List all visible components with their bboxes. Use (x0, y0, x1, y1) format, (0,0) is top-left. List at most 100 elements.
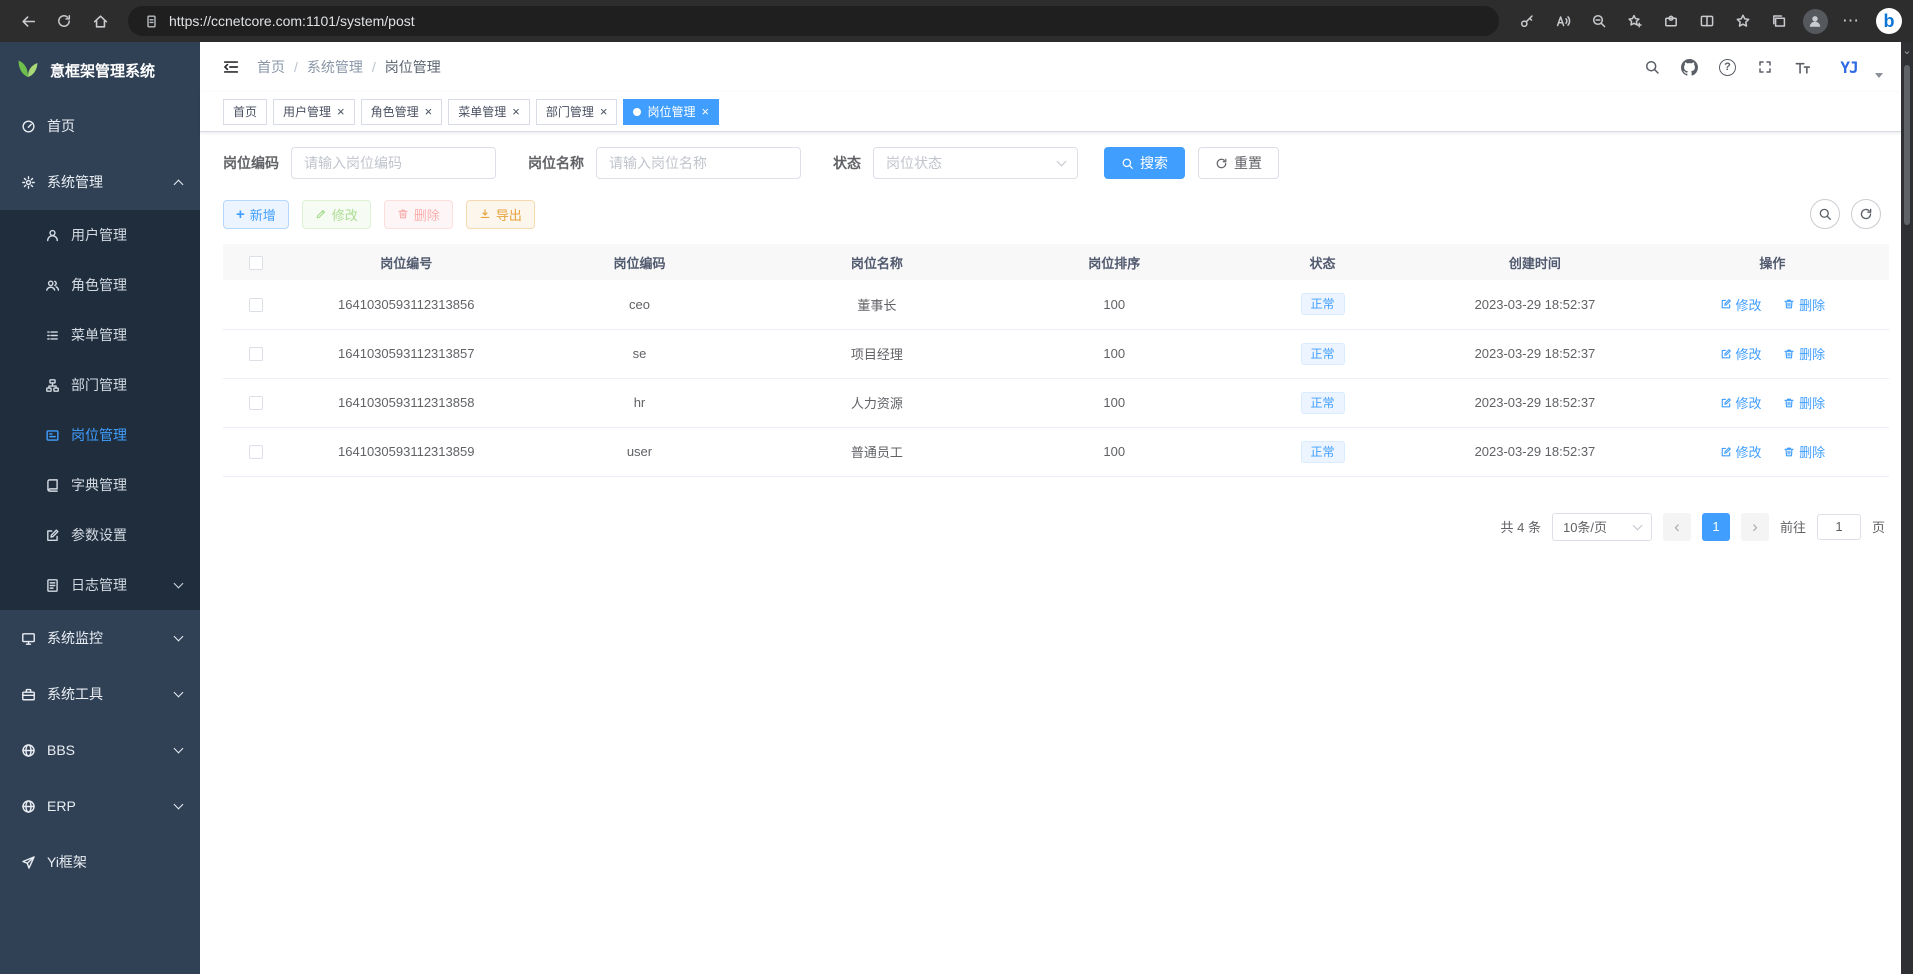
favorites-icon[interactable] (1725, 4, 1761, 38)
browser-profile-avatar[interactable] (1797, 4, 1833, 38)
sidebar-item-system-mgmt[interactable]: 系统管理 (0, 154, 200, 210)
list-icon (44, 328, 60, 343)
row-checkbox[interactable] (249, 396, 263, 410)
scrollbar-thumb[interactable] (1904, 65, 1910, 225)
extensions-icon[interactable] (1653, 4, 1689, 38)
goto-page-input[interactable] (1817, 514, 1861, 540)
close-icon[interactable]: × (512, 105, 520, 118)
cell-post-id: 1641030593112313858 (290, 378, 523, 427)
tab-menu-mgmt[interactable]: 菜单管理 × (448, 99, 530, 125)
collapse-caret-icon[interactable]: ⌄ (1902, 46, 1911, 57)
edit-button[interactable]: 修改 (302, 200, 371, 229)
bing-copilot-icon[interactable]: b (1869, 4, 1903, 38)
browser-back-button[interactable] (10, 4, 46, 38)
zoom-out-icon[interactable] (1581, 4, 1617, 38)
sidebar-item-user-mgmt[interactable]: 用户管理 (0, 210, 200, 260)
sidebar-item-system-tools[interactable]: 系统工具 (0, 666, 200, 722)
row-edit-link[interactable]: 修改 (1720, 295, 1762, 314)
plus-icon: + (236, 207, 245, 222)
github-icon[interactable] (1681, 59, 1698, 76)
tab-user-mgmt[interactable]: 用户管理 × (273, 99, 355, 125)
log-document-icon (44, 578, 60, 593)
col-operations: 操作 (1656, 244, 1889, 280)
status-select-placeholder: 岗位状态 (886, 153, 942, 173)
address-bar[interactable]: https://ccnetcore.com:1101/system/post (128, 6, 1499, 36)
row-edit-link[interactable]: 修改 (1720, 442, 1762, 461)
row-checkbox[interactable] (249, 445, 263, 459)
row-checkbox[interactable] (249, 347, 263, 361)
sidebar-item-home[interactable]: 首页 (0, 98, 200, 154)
collections-icon[interactable] (1761, 4, 1797, 38)
delete-button[interactable]: 删除 (384, 200, 453, 229)
monitor-icon (20, 631, 36, 646)
cell-post-code: ceo (523, 280, 756, 329)
toggle-search-button[interactable] (1810, 199, 1840, 229)
table-header-row: 岗位编号 岗位编码 岗位名称 岗位排序 状态 创建时间 操作 (223, 244, 1889, 280)
prev-page-button[interactable]: ‹ (1663, 513, 1691, 541)
page-size-select[interactable]: 10条/页 (1552, 513, 1652, 541)
add-favorite-icon[interactable] (1617, 4, 1653, 38)
close-icon[interactable]: × (701, 105, 709, 118)
sidebar-item-role-mgmt[interactable]: 角色管理 (0, 260, 200, 310)
status-select[interactable]: 岗位状态 (873, 147, 1078, 179)
page-1-button[interactable]: 1 (1702, 513, 1730, 541)
sidebar-item-log-mgmt[interactable]: 日志管理 (0, 560, 200, 610)
sidebar-item-erp[interactable]: ERP (0, 778, 200, 834)
row-edit-link[interactable]: 修改 (1720, 344, 1762, 363)
refresh-table-button[interactable] (1851, 199, 1881, 229)
tab-role-mgmt[interactable]: 角色管理 × (361, 99, 443, 125)
close-icon[interactable]: × (337, 105, 345, 118)
col-post-sort: 岗位排序 (998, 244, 1231, 280)
sidebar-toggle-icon[interactable] (222, 58, 240, 76)
next-page-button[interactable]: › (1741, 513, 1769, 541)
post-name-input[interactable] (596, 147, 801, 179)
breadcrumb-home[interactable]: 首页 (257, 57, 285, 77)
help-icon[interactable]: ? (1719, 59, 1736, 76)
add-button[interactable]: + 新增 (223, 200, 289, 229)
caret-down-icon[interactable] (1875, 73, 1883, 78)
tab-dept-mgmt[interactable]: 部门管理 × (536, 99, 618, 125)
sidebar-item-dict-mgmt[interactable]: 字典管理 (0, 460, 200, 510)
search-icon[interactable] (1644, 59, 1660, 75)
post-code-input[interactable] (291, 147, 496, 179)
browser-menu-button[interactable]: ⋯ (1833, 4, 1869, 38)
row-delete-link[interactable]: 删除 (1783, 344, 1825, 363)
font-size-icon[interactable] (1794, 59, 1811, 76)
search-button[interactable]: 搜索 (1104, 147, 1185, 179)
user-avatar[interactable]: YJ (1832, 52, 1866, 82)
reset-button[interactable]: 重置 (1198, 147, 1279, 179)
tab-post-mgmt[interactable]: 岗位管理 × (623, 99, 719, 125)
row-edit-link[interactable]: 修改 (1720, 393, 1762, 412)
read-aloud-icon[interactable] (1545, 4, 1581, 38)
id-badge-icon (44, 428, 60, 443)
table-row: 1641030593112313856 ceo 董事长 100 正常 2023-… (223, 280, 1889, 329)
password-key-icon[interactable] (1509, 4, 1545, 38)
dashboard-icon (20, 119, 36, 134)
tab-home[interactable]: 首页 (223, 99, 267, 125)
row-delete-link[interactable]: 删除 (1783, 295, 1825, 314)
sidebar-item-bbs[interactable]: BBS (0, 722, 200, 778)
row-delete-link[interactable]: 删除 (1783, 393, 1825, 412)
page-info-icon[interactable] (144, 14, 159, 29)
app-logo[interactable]: 意框架管理系统 (0, 42, 200, 98)
close-icon[interactable]: × (600, 105, 608, 118)
select-all-checkbox[interactable] (249, 256, 263, 270)
close-icon[interactable]: × (425, 105, 433, 118)
browser-scrollbar[interactable]: ⌄ (1901, 42, 1913, 974)
fullscreen-icon[interactable] (1757, 59, 1773, 75)
col-post-id: 岗位编号 (290, 244, 523, 280)
sidebar-item-post-mgmt[interactable]: 岗位管理 (0, 410, 200, 460)
row-delete-link[interactable]: 删除 (1783, 442, 1825, 461)
row-checkbox[interactable] (249, 298, 263, 312)
breadcrumb-system-mgmt[interactable]: 系统管理 (307, 57, 363, 77)
browser-home-button[interactable] (82, 4, 118, 38)
sidebar-item-menu-mgmt[interactable]: 菜单管理 (0, 310, 200, 360)
sidebar-item-param-settings[interactable]: 参数设置 (0, 510, 200, 560)
export-button[interactable]: 导出 (466, 200, 535, 229)
sidebar-item-dept-mgmt[interactable]: 部门管理 (0, 360, 200, 410)
browser-refresh-button[interactable] (46, 4, 82, 38)
sidebar-item-yi-framework[interactable]: Yi框架 (0, 834, 200, 890)
sidebar-item-system-monitor[interactable]: 系统监控 (0, 610, 200, 666)
split-screen-icon[interactable] (1689, 4, 1725, 38)
browser-toolbar: https://ccnetcore.com:1101/system/post ⋯… (0, 0, 1913, 42)
